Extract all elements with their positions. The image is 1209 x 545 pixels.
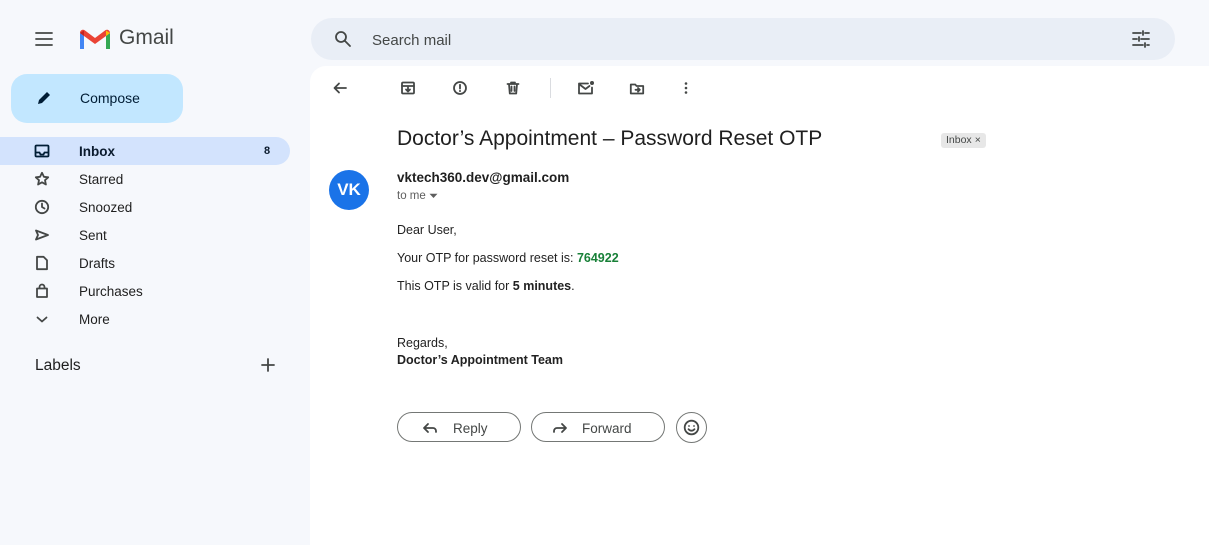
emoji-reaction-button[interactable] <box>676 412 707 443</box>
chevron-down-icon <box>34 311 50 327</box>
mark-unread-icon[interactable] <box>577 80 595 96</box>
greeting: Dear User, <box>397 223 457 237</box>
reply-arrow-icon <box>422 421 438 435</box>
send-icon <box>34 227 50 243</box>
sidebar-item-label: Purchases <box>79 284 143 299</box>
reply-label: Reply <box>453 421 488 436</box>
sign-off: Regards, <box>397 336 448 350</box>
recipient-text: to me <box>397 190 426 202</box>
report-spam-icon[interactable] <box>452 80 468 96</box>
forward-button[interactable]: Forward <box>531 412 665 442</box>
forward-label: Forward <box>582 421 632 436</box>
sidebar-item-label: Starred <box>79 172 124 187</box>
label-chip-text: Inbox <box>946 134 972 146</box>
forward-arrow-icon <box>552 421 568 435</box>
more-vert-icon[interactable] <box>678 80 694 96</box>
recipient-details[interactable]: to me <box>397 190 438 202</box>
labels-heading: Labels <box>35 357 81 374</box>
sidebar-item-purchases[interactable]: Purchases <box>0 277 290 305</box>
archive-icon[interactable] <box>400 80 416 96</box>
caret-down-icon[interactable] <box>429 193 438 199</box>
sidebar-item-label: Inbox <box>79 144 115 159</box>
move-to-icon[interactable] <box>629 80 645 96</box>
sidebar-item-more[interactable]: More <box>0 305 290 333</box>
valid-prefix: This OTP is valid for <box>397 279 513 293</box>
unread-count: 8 <box>264 145 271 157</box>
search-input[interactable] <box>370 26 974 54</box>
smiley-icon <box>683 419 700 436</box>
pencil-icon <box>35 89 53 107</box>
sidebar-item-label: More <box>79 312 110 327</box>
compose-label: Compose <box>80 90 140 106</box>
search-icon[interactable] <box>334 30 352 48</box>
back-arrow-icon[interactable] <box>332 80 348 96</box>
avatar[interactable]: VK <box>329 170 369 210</box>
sidebar-item-label: Drafts <box>79 256 116 271</box>
shopping-bag-icon <box>34 283 50 299</box>
sidebar-item-drafts[interactable]: Drafts <box>0 249 290 277</box>
delete-icon[interactable] <box>505 80 521 96</box>
toolbar-divider <box>550 78 551 98</box>
sidebar-item-sent[interactable]: Sent <box>0 221 290 249</box>
main-menu-icon[interactable] <box>34 30 54 48</box>
inbox-icon <box>34 143 50 159</box>
sign-team: Doctor’s Appointment Team <box>397 353 563 367</box>
sidebar-item-inbox[interactable]: Inbox 8 <box>0 137 290 165</box>
email-subject: Doctor’s Appointment – Password Reset OT… <box>397 127 823 150</box>
sidebar-item-label: Snoozed <box>79 200 133 215</box>
search-options-icon[interactable] <box>1131 29 1151 49</box>
sender-email[interactable]: vktech360.dev@gmail.com <box>397 170 569 185</box>
sidebar-item-starred[interactable]: Starred <box>0 165 290 193</box>
draft-icon <box>34 255 50 271</box>
remove-label-icon[interactable]: × <box>975 134 981 146</box>
clock-icon <box>34 199 50 215</box>
gmail-logo-icon[interactable] <box>78 27 112 51</box>
validity-line: This OTP is valid for 5 minutes. <box>397 279 575 293</box>
sidebar-item-label: Sent <box>79 228 107 243</box>
sidebar-item-snoozed[interactable]: Snoozed <box>0 193 290 221</box>
app-name[interactable]: Gmail <box>119 26 174 50</box>
otp-code: 764922 <box>576 251 619 265</box>
valid-suffix: . <box>571 279 575 293</box>
valid-duration: 5 minutes <box>512 279 572 293</box>
otp-line: Your OTP for password reset is: 764922 <box>397 251 619 265</box>
reply-button[interactable]: Reply <box>397 412 521 442</box>
add-label-icon[interactable] <box>260 357 276 373</box>
star-icon <box>34 171 50 187</box>
otp-prefix: Your OTP for password reset is: <box>397 251 577 265</box>
label-chip[interactable]: Inbox × <box>941 133 986 148</box>
